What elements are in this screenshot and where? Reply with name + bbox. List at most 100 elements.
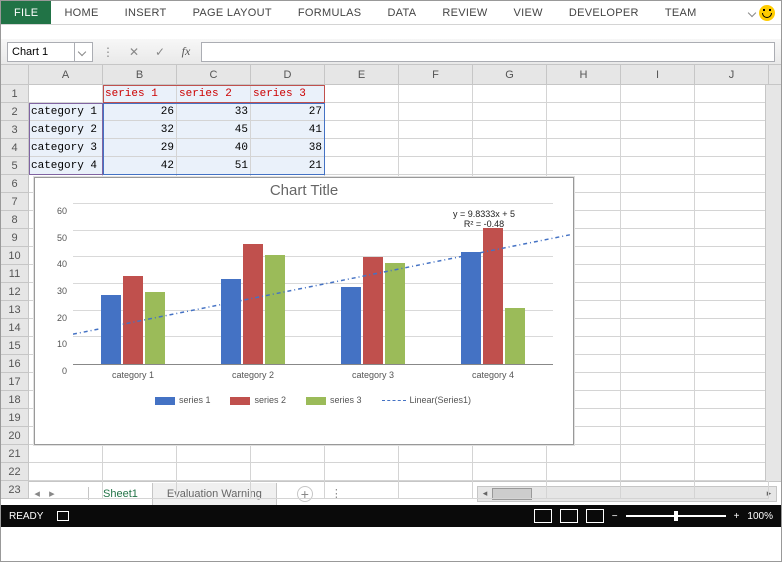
cell[interactable] — [621, 139, 695, 157]
cell[interactable] — [621, 85, 695, 103]
row-header-7[interactable]: 7 — [1, 193, 28, 211]
cell[interactable] — [547, 85, 621, 103]
row-header-22[interactable]: 22 — [1, 463, 28, 481]
cancel-icon[interactable]: ✕ — [123, 42, 145, 62]
cell[interactable] — [695, 427, 769, 445]
cell[interactable] — [399, 139, 473, 157]
chart-legend[interactable]: series 1 series 2 series 3 Linear(Series… — [73, 395, 553, 405]
cell[interactable] — [399, 121, 473, 139]
row-header-6[interactable]: 6 — [1, 175, 28, 193]
cell[interactable] — [695, 445, 769, 463]
cell[interactable] — [29, 481, 103, 499]
cell[interactable] — [695, 265, 769, 283]
cell[interactable] — [399, 463, 473, 481]
cell[interactable] — [695, 211, 769, 229]
cell[interactable] — [621, 103, 695, 121]
cell[interactable] — [621, 427, 695, 445]
cell[interactable] — [177, 481, 251, 499]
cell[interactable] — [473, 157, 547, 175]
cell[interactable] — [473, 463, 547, 481]
cell[interactable] — [29, 445, 103, 463]
formula-input[interactable] — [201, 42, 775, 62]
cell[interactable] — [251, 481, 325, 499]
cell[interactable] — [621, 409, 695, 427]
col-header-E[interactable]: E — [325, 65, 399, 84]
cell[interactable] — [399, 481, 473, 499]
cell[interactable] — [325, 463, 399, 481]
cell[interactable] — [325, 103, 399, 121]
cell[interactable] — [399, 103, 473, 121]
cell[interactable] — [695, 409, 769, 427]
view-page-layout-icon[interactable] — [560, 509, 578, 523]
cell[interactable] — [695, 229, 769, 247]
cell[interactable] — [177, 463, 251, 481]
view-page-break-icon[interactable] — [586, 509, 604, 523]
row-header-4[interactable]: 4 — [1, 139, 28, 157]
cell[interactable] — [103, 481, 177, 499]
cell[interactable] — [621, 193, 695, 211]
cell[interactable] — [325, 85, 399, 103]
cell[interactable] — [695, 247, 769, 265]
cell[interactable] — [547, 103, 621, 121]
row-header-16[interactable]: 16 — [1, 355, 28, 373]
zoom-in-button[interactable]: + — [734, 511, 740, 522]
tab-data[interactable]: DATA — [374, 1, 429, 24]
row-header-5[interactable]: 5 — [1, 157, 28, 175]
cell[interactable] — [621, 283, 695, 301]
tab-page-layout[interactable]: PAGE LAYOUT — [180, 1, 285, 24]
cell[interactable] — [473, 121, 547, 139]
cell[interactable] — [695, 373, 769, 391]
row-header-21[interactable]: 21 — [1, 445, 28, 463]
cell[interactable] — [473, 481, 547, 499]
tab-developer[interactable]: DEVELOPER — [556, 1, 652, 24]
cell[interactable] — [695, 85, 769, 103]
row-header-13[interactable]: 13 — [1, 301, 28, 319]
chart-plot-area[interactable]: y = 9.8333x + 5 R² = -0.48 — [73, 205, 553, 365]
cell[interactable] — [621, 121, 695, 139]
cell[interactable] — [29, 85, 103, 103]
file-tab[interactable]: FILE — [1, 1, 51, 24]
row-header-9[interactable]: 9 — [1, 229, 28, 247]
row-header-3[interactable]: 3 — [1, 121, 28, 139]
col-header-J[interactable]: J — [695, 65, 769, 84]
row-header-20[interactable]: 20 — [1, 427, 28, 445]
cell[interactable] — [621, 463, 695, 481]
row-header-19[interactable]: 19 — [1, 409, 28, 427]
cell[interactable] — [399, 85, 473, 103]
col-header-D[interactable]: D — [251, 65, 325, 84]
col-header-H[interactable]: H — [547, 65, 621, 84]
cell[interactable] — [621, 445, 695, 463]
row-header-11[interactable]: 11 — [1, 265, 28, 283]
vertical-scrollbar[interactable] — [765, 85, 781, 481]
cell[interactable] — [695, 139, 769, 157]
cell[interactable] — [621, 355, 695, 373]
cell[interactable] — [621, 481, 695, 499]
cell[interactable] — [695, 319, 769, 337]
name-box-dropdown-icon[interactable] — [77, 47, 85, 55]
cell[interactable] — [695, 193, 769, 211]
tab-home[interactable]: HOME — [51, 1, 111, 24]
cell[interactable] — [621, 265, 695, 283]
cell[interactable] — [325, 139, 399, 157]
row-header-23[interactable]: 23 — [1, 481, 28, 499]
row-header-8[interactable]: 8 — [1, 211, 28, 229]
cell[interactable] — [251, 445, 325, 463]
view-normal-icon[interactable] — [534, 509, 552, 523]
tab-insert[interactable]: INSERT — [112, 1, 180, 24]
tab-formulas[interactable]: FORMULAS — [285, 1, 375, 24]
tab-team[interactable]: TEAM — [652, 1, 710, 24]
cell[interactable] — [695, 103, 769, 121]
row-header-14[interactable]: 14 — [1, 319, 28, 337]
cell[interactable] — [473, 85, 547, 103]
row-header-12[interactable]: 12 — [1, 283, 28, 301]
cell[interactable] — [621, 229, 695, 247]
cell[interactable] — [621, 211, 695, 229]
cell[interactable] — [325, 481, 399, 499]
cell[interactable] — [547, 157, 621, 175]
row-header-15[interactable]: 15 — [1, 337, 28, 355]
cell[interactable] — [547, 139, 621, 157]
col-header-B[interactable]: B — [103, 65, 177, 84]
zoom-out-button[interactable]: − — [612, 511, 618, 522]
select-all-cell[interactable] — [1, 65, 29, 85]
name-box[interactable]: Chart 1 — [7, 42, 93, 62]
